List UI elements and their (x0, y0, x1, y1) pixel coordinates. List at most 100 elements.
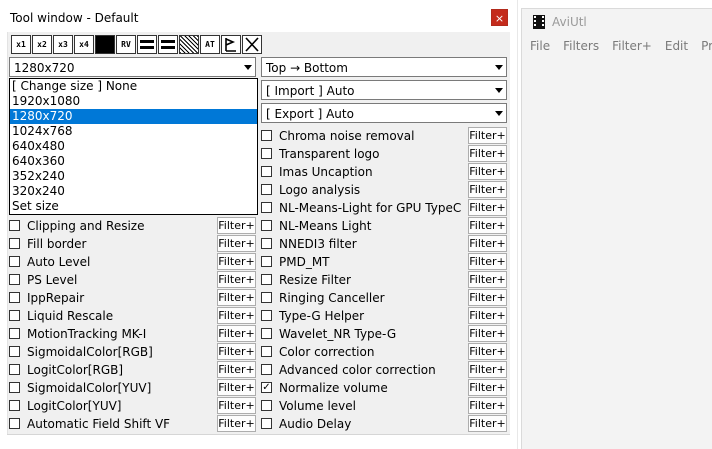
size-3x-button[interactable]: x3 (53, 35, 73, 54)
filter-label[interactable]: Auto Level (27, 255, 90, 269)
filter-plus-button[interactable]: Filter+ (468, 343, 507, 360)
filter-label[interactable]: NNEDI3 filter (279, 237, 357, 251)
filter-checkbox[interactable]: ✓ (261, 382, 272, 393)
filter-label[interactable]: LogitColor[YUV] (27, 399, 122, 413)
filter-label[interactable]: Type-G Helper (279, 309, 364, 323)
filter-label[interactable]: Normalize volume (279, 381, 388, 395)
filter-plus-button[interactable]: Filter+ (217, 325, 256, 342)
filter-checkbox[interactable] (261, 364, 272, 375)
filter-plus-button[interactable]: Filter+ (217, 343, 256, 360)
filter-label[interactable]: PMD_MT (279, 255, 330, 269)
filter-checkbox[interactable] (261, 346, 272, 357)
filter-plus-button[interactable]: Filter+ (468, 235, 507, 252)
filter-checkbox[interactable] (9, 310, 20, 321)
filter-plus-button[interactable]: Filter+ (468, 361, 507, 378)
filter-plus-button[interactable]: Filter+ (217, 361, 256, 378)
size-option[interactable]: 640x480 (10, 139, 257, 154)
filter-plus-button[interactable]: Filter+ (217, 289, 256, 306)
filter-label[interactable]: Clipping and Resize (27, 219, 145, 233)
filter-label[interactable]: Resize Filter (279, 273, 351, 287)
filter-plus-button[interactable]: Filter+ (468, 217, 507, 234)
size-option[interactable]: 320x240 (10, 184, 257, 199)
filter-plus-button[interactable]: Filter+ (217, 379, 256, 396)
filter-plus-button[interactable]: Filter+ (217, 307, 256, 324)
filter-checkbox[interactable] (261, 202, 272, 213)
size-2x-button[interactable]: x2 (32, 35, 52, 54)
filter-plus-button[interactable]: Filter+ (468, 271, 507, 288)
filter-plus-button[interactable]: Filter+ (217, 271, 256, 288)
menu-file[interactable]: File (530, 39, 550, 53)
filter-checkbox[interactable] (9, 256, 20, 267)
rv-button[interactable]: RV (116, 35, 136, 54)
filter-label[interactable]: MotionTracking MK-I (27, 327, 146, 341)
flag-button[interactable] (221, 35, 241, 54)
filter-label[interactable]: Transparent logo (279, 147, 380, 161)
filter-label[interactable]: SigmoidalColor[YUV] (27, 381, 151, 395)
filter-plus-button[interactable]: Filter+ (468, 397, 507, 414)
filter-checkbox[interactable] (261, 274, 272, 285)
filter-plus-button[interactable]: Filter+ (468, 199, 507, 216)
filter-label[interactable]: IppRepair (27, 291, 84, 305)
size-option[interactable]: 1920x1080 (10, 94, 257, 109)
black-square-button[interactable] (95, 35, 115, 54)
filter-plus-button[interactable]: Filter+ (468, 307, 507, 324)
filter-checkbox[interactable] (261, 292, 272, 303)
filter-checkbox[interactable] (261, 418, 272, 429)
filter-checkbox[interactable] (9, 364, 20, 375)
close-x-button[interactable] (242, 35, 262, 54)
close-button[interactable]: × (491, 9, 508, 26)
size-combo[interactable]: 1280x720 (9, 57, 256, 77)
filter-plus-button[interactable]: Filter+ (217, 235, 256, 252)
filter-checkbox[interactable] (9, 274, 20, 285)
filter-checkbox[interactable] (261, 400, 272, 411)
filter-label[interactable]: Color correction (279, 345, 374, 359)
equal-bars-button[interactable] (137, 35, 157, 54)
order-combo[interactable]: Top → Bottom (261, 57, 507, 77)
filter-checkbox[interactable] (261, 148, 272, 159)
filter-label[interactable]: Volume level (279, 399, 356, 413)
filter-checkbox[interactable] (261, 238, 272, 249)
filter-plus-button[interactable]: Filter+ (468, 163, 507, 180)
filter-label[interactable]: Liquid Rescale (27, 309, 113, 323)
filter-label[interactable]: Fill border (27, 237, 86, 251)
filter-plus-button[interactable]: Filter+ (468, 181, 507, 198)
menu-filters[interactable]: Filters (563, 39, 599, 53)
filter-plus-button[interactable]: Filter+ (468, 127, 507, 144)
filter-checkbox[interactable] (261, 256, 272, 267)
import-combo[interactable]: [ Import ] Auto (261, 80, 507, 100)
filter-plus-button[interactable]: Filter+ (217, 415, 256, 432)
filter-checkbox[interactable] (9, 220, 20, 231)
filter-label[interactable]: Wavelet_NR Type-G (279, 327, 396, 341)
filter-plus-button[interactable]: Filter+ (468, 145, 507, 162)
filter-label[interactable]: NL-Means-Light for GPU TypeC (279, 201, 461, 215)
filter-checkbox[interactable] (261, 310, 272, 321)
size-option[interactable]: 352x240 (10, 169, 257, 184)
size-4x-button[interactable]: x4 (74, 35, 94, 54)
at-button[interactable]: AT (200, 35, 220, 54)
filter-label[interactable]: SigmoidalColor[RGB] (27, 345, 153, 359)
filter-plus-button[interactable]: Filter+ (468, 289, 507, 306)
filter-plus-button[interactable]: Filter+ (217, 397, 256, 414)
filter-label[interactable]: PS Level (27, 273, 77, 287)
filter-checkbox[interactable] (9, 238, 20, 249)
filter-plus-button[interactable]: Filter+ (468, 253, 507, 270)
filter-label[interactable]: Automatic Field Shift VF (27, 417, 170, 431)
size-option[interactable]: [ Change size ] None (10, 79, 257, 94)
filter-label[interactable]: Advanced color correction (279, 363, 436, 377)
size-option-selected[interactable]: 1280x720 (10, 109, 257, 124)
filter-label[interactable]: Audio Delay (279, 417, 351, 431)
size-1x-button[interactable]: x1 (11, 35, 31, 54)
filter-label[interactable]: NL-Means Light (279, 219, 372, 233)
filter-plus-button[interactable]: Filter+ (468, 325, 507, 342)
filter-plus-button[interactable]: Filter+ (468, 415, 507, 432)
filter-checkbox[interactable] (9, 346, 20, 357)
filter-plus-button[interactable]: Filter+ (217, 217, 256, 234)
hatch-button[interactable] (179, 35, 199, 54)
menu-profile[interactable]: Profi (701, 39, 712, 53)
size-option[interactable]: 640x360 (10, 154, 257, 169)
filter-plus-button[interactable]: Filter+ (217, 253, 256, 270)
filter-checkbox[interactable] (261, 130, 272, 141)
export-combo[interactable]: [ Export ] Auto (261, 103, 507, 123)
filter-label[interactable]: Ringing Canceller (279, 291, 385, 305)
filter-checkbox[interactable] (9, 418, 20, 429)
